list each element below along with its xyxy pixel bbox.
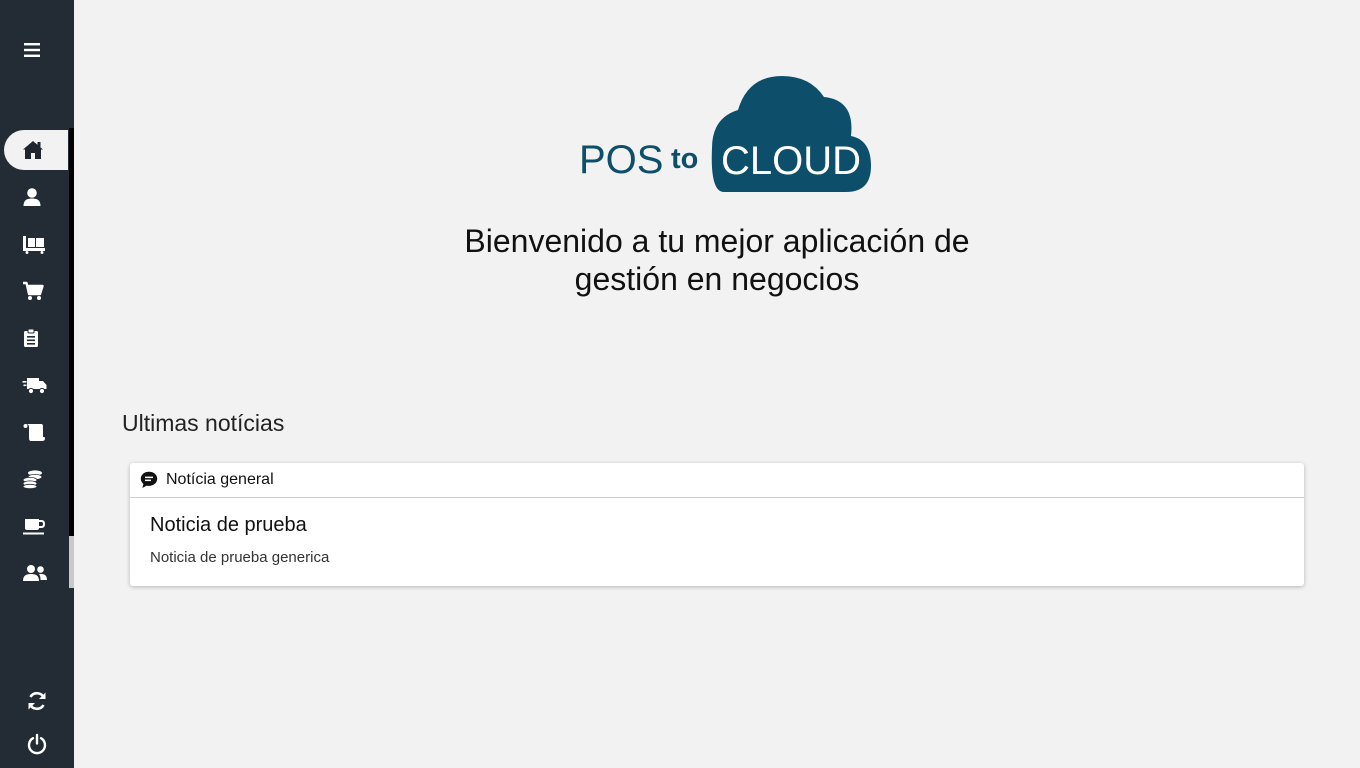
sidebar-item-finance[interactable] [4, 459, 68, 499]
sidebar-scroll-track[interactable] [69, 128, 74, 588]
sync-icon [28, 691, 46, 711]
sidebar-item-users[interactable] [4, 553, 68, 593]
pallet-boxes-icon [23, 236, 45, 254]
sidebar-nav [0, 128, 74, 588]
news-card: Notícia general Noticia de prueba Notici… [130, 463, 1304, 586]
sidebar-item-sales[interactable] [4, 271, 68, 311]
welcome-message: Bienvenido a tu mejor aplicación de gest… [430, 222, 1004, 298]
sidebar-item-home[interactable] [4, 130, 68, 170]
comment-icon [140, 471, 158, 488]
hamburger-icon [24, 43, 40, 57]
news-body: Noticia de prueba generica [150, 549, 330, 566]
power-off-icon [27, 733, 47, 755]
sidebar-item-shipping[interactable] [4, 365, 68, 405]
welcome-line-2: gestión en negocios [574, 261, 860, 297]
sync-button[interactable] [22, 686, 52, 716]
receipt-scroll-icon [23, 424, 45, 441]
pos-to-cloud-logo: POS to CLOUD [578, 70, 878, 195]
clipboard-list-icon [24, 328, 38, 347]
logo-word-pos: POS [579, 138, 663, 182]
shopping-cart-icon [23, 281, 44, 300]
sidebar-item-inventory[interactable] [4, 224, 68, 264]
logout-button[interactable] [22, 729, 52, 759]
news-card-header: Notícia general [130, 463, 1304, 498]
sidebar-item-receipts[interactable] [4, 412, 68, 452]
user-icon [23, 188, 41, 206]
home-icon [23, 141, 43, 159]
shipping-fast-icon [22, 378, 47, 395]
coins-icon [22, 470, 43, 489]
welcome-line-1: Bienvenido a tu mejor aplicación de [464, 223, 970, 259]
sidebar-scroll-thumb[interactable] [69, 536, 74, 588]
users-icon [23, 565, 47, 581]
logo-word-cloud: CLOUD [721, 139, 861, 183]
logo-word-to: to [671, 143, 698, 175]
sidebar-item-user[interactable] [4, 177, 68, 217]
sidebar [0, 0, 74, 768]
news-title: Noticia de prueba [150, 514, 307, 536]
sidebar-item-orders[interactable] [4, 318, 68, 358]
coffee-icon [23, 519, 46, 535]
news-section-heading: Ultimas notícias [122, 410, 285, 436]
menu-toggle-button[interactable] [12, 30, 52, 70]
news-category: Notícia general [166, 471, 274, 488]
sidebar-item-cafe[interactable] [4, 506, 68, 546]
